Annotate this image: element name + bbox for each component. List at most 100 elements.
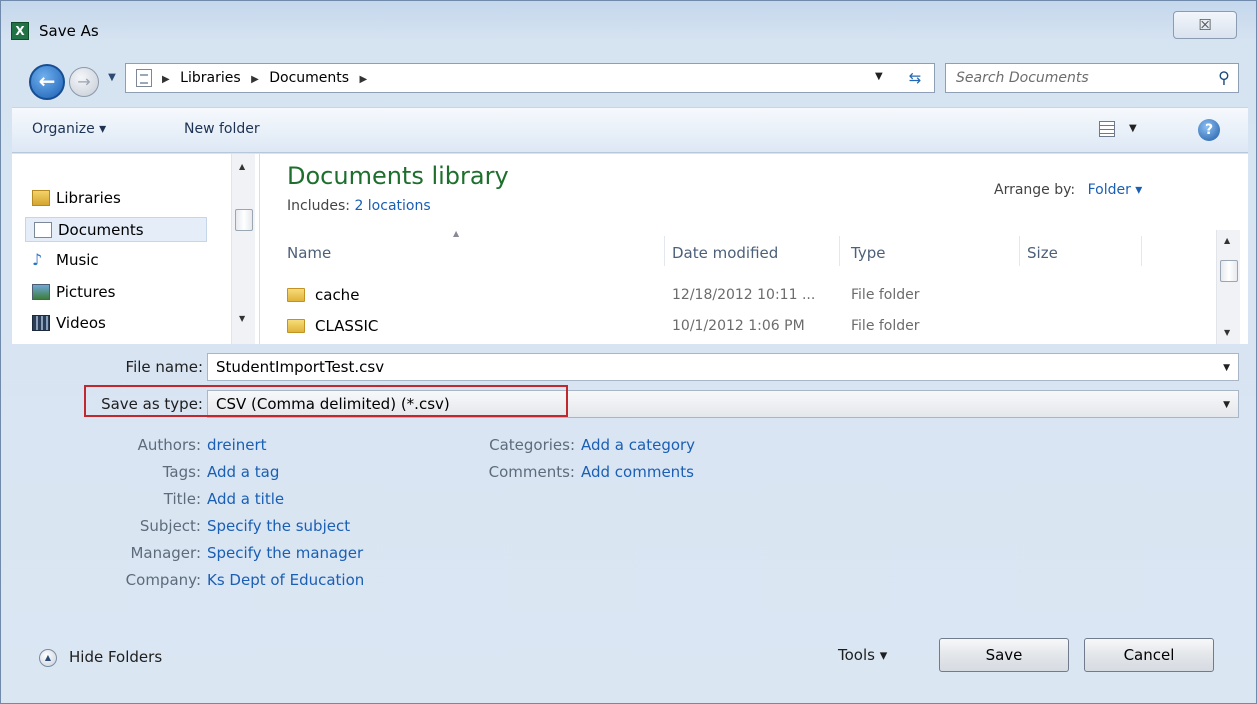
column-header-name[interactable]: Name (287, 244, 331, 262)
address-bar[interactable]: ▶ Libraries ▶ Documents ▶ ▼ ⇆ (125, 63, 935, 93)
breadcrumb: ▶ Libraries ▶ Documents ▶ (162, 70, 373, 86)
command-toolbar: Organize ▾ New folder ▼ ? (12, 107, 1248, 153)
hide-folders-icon[interactable]: ▲ (39, 649, 57, 667)
breadcrumb-chevron-icon[interactable]: ▶ (162, 74, 170, 85)
nav-item-music[interactable]: ♪ Music (24, 248, 204, 273)
file-name-field[interactable]: StudentImportTest.csv ▼ (207, 353, 1239, 381)
refresh-icon[interactable]: ⇆ (902, 67, 928, 89)
tags-value[interactable]: Add a tag (207, 463, 279, 481)
nav-item-videos[interactable]: Videos (24, 311, 204, 336)
column-header-type[interactable]: Type (851, 244, 885, 262)
arrange-by-dropdown[interactable]: Folder ▾ (1088, 182, 1143, 198)
comments-label: Comments: (488, 463, 575, 481)
file-list-pane: Documents library Includes: 2 locations … (261, 154, 1248, 344)
search-icon[interactable]: ⚲ (1214, 68, 1234, 88)
authors-value[interactable]: dreinert (207, 436, 267, 454)
scroll-up-icon[interactable]: ▲ (239, 162, 245, 171)
manager-value[interactable]: Specify the manager (207, 544, 363, 562)
folder-icon (287, 319, 305, 333)
manager-label: Manager: (130, 544, 201, 562)
authors-label: Authors: (137, 436, 201, 454)
annotation-highlight-box (84, 385, 568, 417)
search-input[interactable]: Search Documents (956, 70, 1089, 86)
view-options-icon[interactable] (1099, 121, 1115, 137)
back-arrow-icon: ← (38, 69, 56, 93)
help-icon[interactable]: ? (1198, 119, 1220, 141)
breadcrumb-documents[interactable]: Documents (269, 70, 349, 86)
forward-button[interactable]: → (69, 67, 99, 97)
file-date: 12/18/2012 10:11 ... (672, 287, 816, 303)
new-folder-button[interactable]: New folder (184, 121, 260, 137)
close-button[interactable]: ☒ (1173, 11, 1237, 39)
subject-value[interactable]: Specify the subject (207, 517, 350, 535)
nav-item-pictures[interactable]: Pictures (24, 280, 204, 305)
nav-item-label: Libraries (56, 189, 121, 207)
file-list-scrollbar[interactable]: ▲ ▼ (1216, 230, 1240, 344)
file-name: cache (315, 286, 360, 304)
breadcrumb-chevron-icon[interactable]: ▶ (360, 74, 368, 85)
table-row[interactable]: cache 12/18/2012 10:11 ... File folder (261, 282, 1221, 308)
search-box[interactable]: Search Documents ⚲ (945, 63, 1239, 93)
back-button[interactable]: ← (29, 64, 65, 100)
company-label: Company: (125, 571, 201, 589)
file-type: File folder (851, 287, 920, 303)
column-divider[interactable] (839, 236, 840, 266)
nav-item-libraries[interactable]: Libraries (24, 186, 204, 211)
includes-locations-link[interactable]: 2 locations (354, 198, 430, 214)
arrange-by-label: Arrange by: (994, 182, 1076, 198)
window-title: Save As (39, 22, 99, 40)
nav-scroll-thumb[interactable] (235, 209, 253, 231)
column-header-size[interactable]: Size (1027, 244, 1058, 262)
navigation-pane: Libraries Documents ♪ Music Pictures Vid… (12, 154, 260, 344)
library-icon (32, 190, 50, 206)
title-value[interactable]: Add a title (207, 490, 284, 508)
scroll-up-icon[interactable]: ▲ (1224, 236, 1230, 245)
file-list-scroll-thumb[interactable] (1220, 260, 1238, 282)
title-bar: X Save As ☒ (1, 1, 1257, 59)
view-dropdown-icon[interactable]: ▼ (1129, 123, 1137, 134)
tags-label: Tags: (162, 463, 201, 481)
cancel-button[interactable]: Cancel (1084, 638, 1214, 672)
address-dropdown-icon[interactable]: ▼ (875, 71, 883, 82)
file-name-value[interactable]: StudentImportTest.csv (216, 358, 384, 376)
nav-item-label: Music (56, 251, 99, 269)
file-name-label: File name: (125, 358, 203, 376)
pictures-icon (32, 284, 50, 300)
nav-item-label: Pictures (56, 283, 116, 301)
nav-item-label: Documents (58, 221, 144, 239)
breadcrumb-libraries[interactable]: Libraries (180, 70, 240, 86)
library-title: Documents library (287, 162, 509, 190)
document-icon (136, 69, 152, 87)
file-type: File folder (851, 318, 920, 334)
categories-value[interactable]: Add a category (581, 436, 695, 454)
sort-ascending-icon: ▲ (453, 229, 460, 238)
column-divider[interactable] (664, 236, 665, 266)
tools-button[interactable]: Tools ▾ (838, 646, 887, 664)
recent-pages-dropdown[interactable]: ▼ (105, 71, 119, 85)
title-label: Title: (163, 490, 201, 508)
scroll-down-icon[interactable]: ▼ (239, 314, 245, 323)
comments-value[interactable]: Add comments (581, 463, 694, 481)
categories-label: Categories: (489, 436, 575, 454)
chevron-down-icon[interactable]: ▼ (1223, 400, 1230, 410)
nav-scrollbar[interactable]: ▲ ▼ (231, 154, 255, 344)
company-value[interactable]: Ks Dept of Education (207, 571, 364, 589)
nav-item-documents[interactable]: Documents (25, 217, 207, 242)
column-header-date[interactable]: Date modified (672, 244, 778, 262)
nav-item-label: Videos (56, 314, 106, 332)
scroll-down-icon[interactable]: ▼ (1224, 328, 1230, 337)
column-divider[interactable] (1019, 236, 1020, 266)
library-includes: Includes: 2 locations (287, 198, 431, 214)
column-divider[interactable] (1141, 236, 1142, 266)
folder-icon (287, 288, 305, 302)
chevron-down-icon[interactable]: ▼ (1223, 363, 1230, 373)
save-button[interactable]: Save (939, 638, 1069, 672)
forward-arrow-icon: → (77, 72, 91, 91)
browser-pane: Libraries Documents ♪ Music Pictures Vid… (12, 154, 1248, 344)
table-row[interactable]: CLASSIC 10/1/2012 1:06 PM File folder (261, 313, 1221, 339)
save-as-dialog: X Save As ☒ ← → ▼ ▶ Libraries ▶ Document… (0, 0, 1257, 704)
hide-folders-button[interactable]: Hide Folders (69, 648, 162, 666)
organize-button[interactable]: Organize ▾ (32, 121, 106, 137)
breadcrumb-chevron-icon[interactable]: ▶ (251, 74, 259, 85)
includes-label: Includes: (287, 198, 350, 214)
